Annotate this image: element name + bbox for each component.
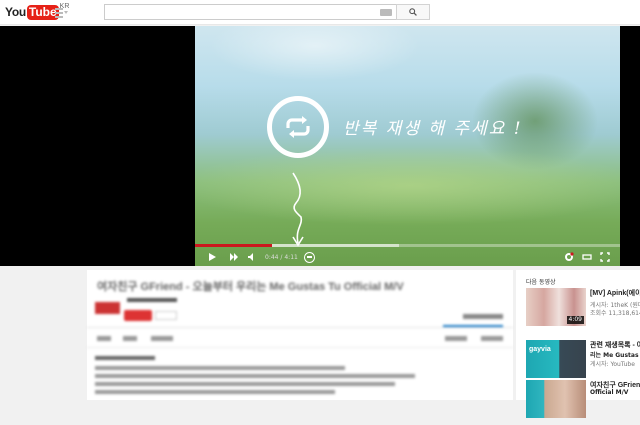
theater-icon — [582, 254, 592, 260]
description-line — [95, 366, 345, 370]
related-views: 조회수 11,318,614회 — [590, 310, 640, 317]
player-controls: 0:44 / 4:11 — [195, 248, 620, 266]
up-next-sidebar: 다음 동영상 4:09 [MV] Apink(에이핑 게시자: 1theK (원… — [516, 270, 640, 418]
theater-mode-button[interactable] — [578, 248, 596, 266]
description-line — [95, 374, 415, 378]
description-line — [95, 382, 395, 386]
related-channel: 게시자: YouTube — [590, 361, 635, 368]
subscriber-count — [155, 311, 177, 320]
description-line — [95, 390, 335, 394]
next-icon — [230, 253, 238, 261]
gear-icon — [565, 252, 574, 261]
search-button[interactable] — [396, 4, 430, 20]
related-video-item[interactable]: 여자친구 GFriend - Official M/V — [526, 380, 640, 425]
time-display: 0:44 / 4:11 — [265, 254, 298, 261]
subscribe-button[interactable] — [124, 310, 152, 321]
settings-button[interactable] — [560, 248, 578, 266]
publish-date — [95, 356, 155, 360]
video-thumbnail[interactable]: 4:09 — [526, 288, 586, 326]
duration-badge: 4:09 — [566, 316, 584, 324]
subtitles-icon[interactable] — [303, 251, 315, 263]
playlist-thumbnail[interactable]: gayvia — [526, 340, 586, 378]
repeat-icon — [267, 96, 329, 158]
share-button[interactable] — [123, 336, 137, 341]
related-title[interactable]: 관련 재생목록 - 여자친 — [590, 341, 640, 350]
next-button[interactable] — [225, 248, 243, 266]
play-icon — [209, 253, 216, 261]
hand-drawn-arrow-icon — [292, 172, 304, 247]
related-title-line2: 리는 Me Gustas Tu — [590, 352, 640, 359]
like-button[interactable] — [445, 336, 467, 341]
time-total: 4:11 — [284, 253, 298, 261]
overlay-caption: 반복 재생 해 주세요 ! — [343, 119, 523, 139]
related-playlist-item[interactable]: gayvia 관련 재생목록 - 여자친 리는 Me Gustas Tu 게시자… — [526, 340, 640, 385]
time-separator: / — [280, 253, 283, 261]
search-icon — [409, 8, 417, 16]
up-next-heading: 다음 동영상 — [526, 279, 556, 286]
video-thumbnail[interactable] — [526, 380, 586, 418]
fullscreen-icon — [600, 252, 610, 262]
video-player[interactable]: 반복 재생 해 주세요 ! 0:44 / 4:11 — [0, 26, 640, 266]
related-title[interactable]: [MV] Apink(에이핑 — [590, 289, 640, 298]
related-video-item[interactable]: 4:09 [MV] Apink(에이핑 게시자: 1theK (원더케이 조회수… — [526, 288, 640, 333]
channel-avatar[interactable] — [95, 302, 120, 314]
masthead: You Tube KR — [0, 0, 640, 25]
guide-menu-icon[interactable] — [55, 8, 68, 18]
video-title: 여자친구 GFriend - 오늘부터 우리는 Me Gustas Tu Off… — [97, 281, 404, 293]
volume-button[interactable] — [243, 248, 261, 266]
logo-you-text: You — [5, 5, 26, 19]
fullscreen-button[interactable] — [596, 248, 614, 266]
view-count — [463, 314, 503, 319]
progress-bar[interactable] — [195, 244, 620, 247]
related-title-line2: Official M/V — [590, 389, 629, 396]
add-to-button[interactable] — [97, 336, 111, 341]
play-button[interactable] — [203, 248, 221, 266]
video-info-panel: 여자친구 GFriend - 오늘부터 우리는 Me Gustas Tu Off… — [87, 270, 513, 400]
video-frame[interactable]: 반복 재생 해 주세요 ! — [195, 26, 620, 266]
more-button[interactable] — [151, 336, 173, 341]
keyboard-icon[interactable] — [380, 9, 392, 16]
progress-played — [195, 244, 272, 247]
search-input[interactable] — [104, 4, 397, 20]
dislike-button[interactable] — [481, 336, 503, 341]
channel-name[interactable] — [127, 298, 177, 302]
logo-tube-text: Tube — [26, 5, 59, 20]
volume-icon — [248, 253, 253, 261]
time-current: 0:44 — [265, 253, 279, 261]
